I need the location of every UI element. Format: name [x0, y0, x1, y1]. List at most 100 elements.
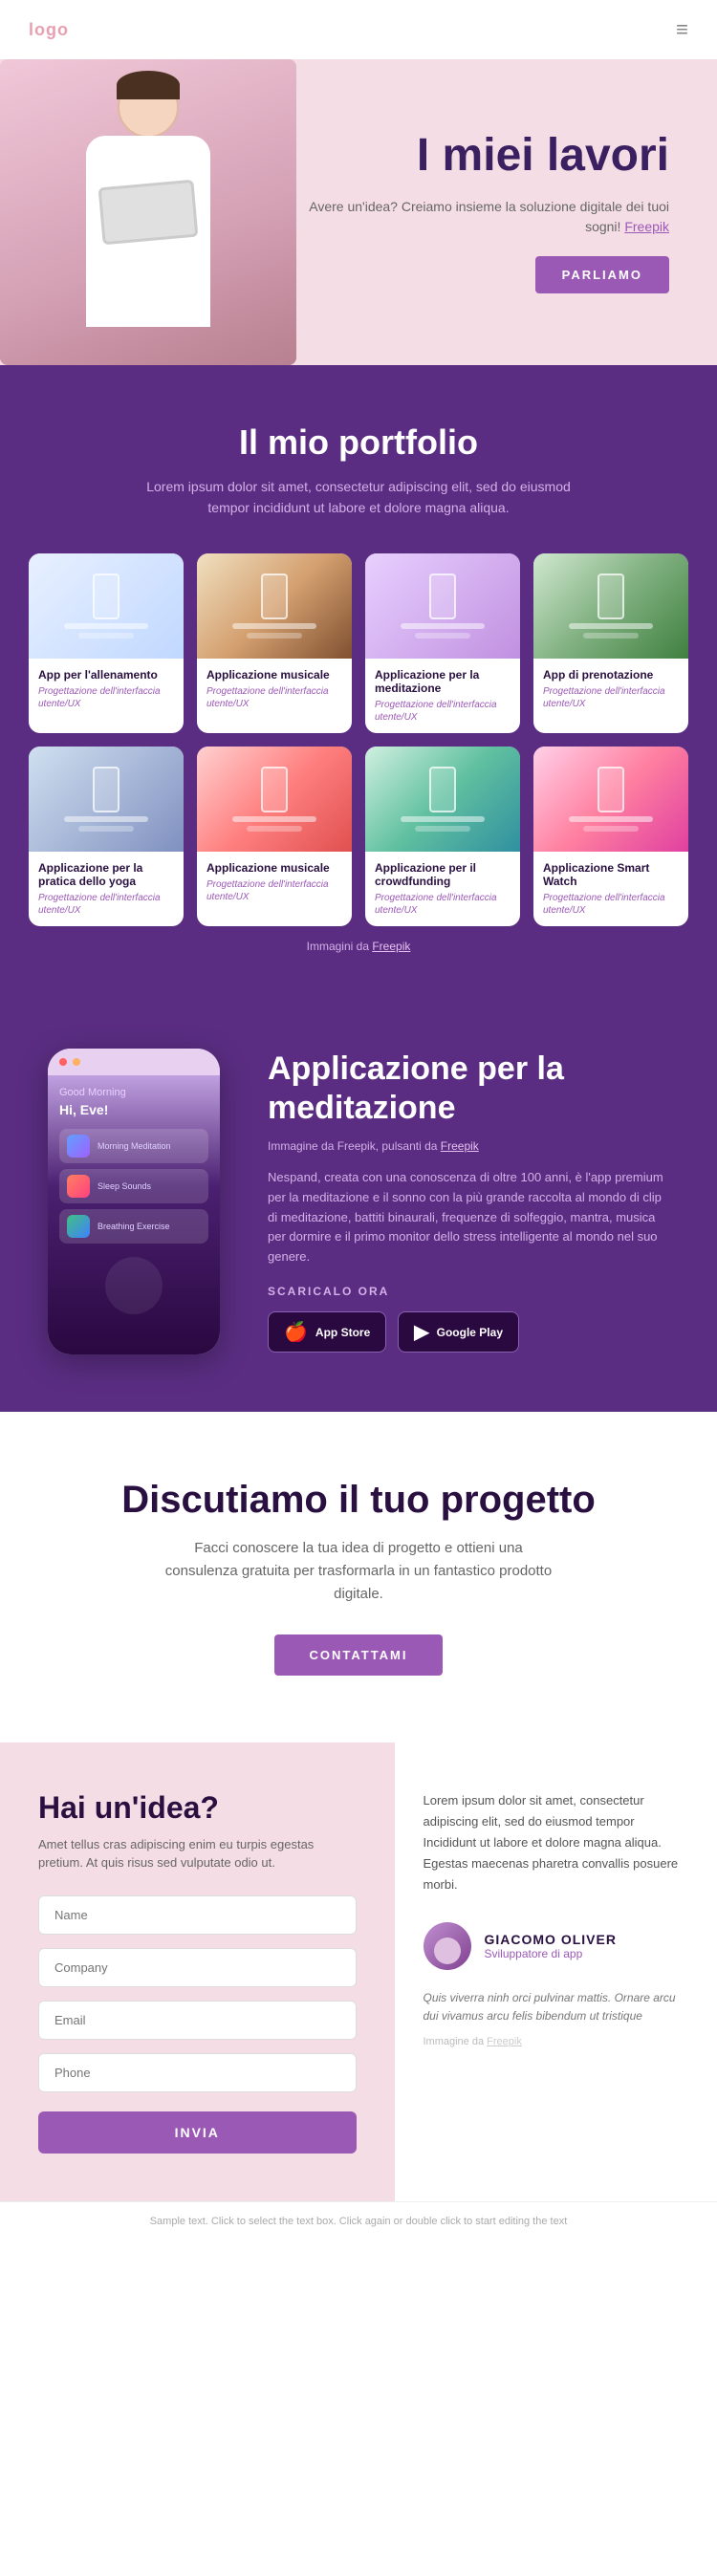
phone-card-2: Sleep Sounds — [59, 1169, 208, 1203]
hero-section: I miei lavori Avere un'idea? Creiamo ins… — [0, 59, 717, 365]
app-feature-credit: Immagine da Freepik, pulsanti da Freepik — [268, 1139, 669, 1153]
portfolio-card-2[interactable]: Applicazione per la meditazione Progetta… — [365, 553, 520, 733]
card-inner-1: Applicazione musicale Progettazione dell… — [197, 659, 352, 720]
logo[interactable]: logo — [29, 20, 69, 40]
apple-icon: 🍎 — [284, 1320, 308, 1344]
card-subtitle-1: Progettazione dell'interfaccia utente/UX — [206, 685, 342, 710]
card-mock-screen-6 — [365, 747, 520, 852]
portfolio-card-4[interactable]: Applicazione per la pratica dello yoga P… — [29, 747, 184, 926]
hamburger-icon[interactable]: ≡ — [676, 17, 688, 42]
discuss-subtitle: Facci conoscere la tua idea di progetto … — [158, 1537, 559, 1606]
phone-card-icon-1 — [67, 1135, 90, 1158]
hero-text-block: I miei lavori Avere un'idea? Creiamo ins… — [306, 131, 669, 293]
card-title-6: Applicazione per il crowdfunding — [375, 861, 511, 888]
testimonial-credit: Immagine da Freepik — [424, 2036, 689, 2047]
hero-image — [0, 59, 296, 365]
card-inner-2: Applicazione per la meditazione Progetta… — [365, 659, 520, 733]
navbar: logo ≡ — [0, 0, 717, 59]
card-bar-2-0 — [78, 633, 134, 639]
contact-subtitle: Amet tellus cras adipiscing enim eu turp… — [38, 1835, 357, 1872]
card-inner-7: Applicazione Smart Watch Progettazione d… — [533, 852, 688, 926]
app-credit-link[interactable]: Freepik — [441, 1139, 479, 1153]
company-input[interactable] — [38, 1948, 357, 1987]
card-bar-1-1 — [232, 623, 316, 629]
contact-right: Lorem ipsum dolor sit amet, consectetur … — [395, 1743, 717, 2201]
author-info: GIACOMO OLIVER Sviluppatore di app — [485, 1932, 617, 1960]
app-store-button[interactable]: 🍎 App Store — [268, 1311, 386, 1353]
card-title-0: App per l'allenamento — [38, 668, 174, 682]
card-inner-6: Applicazione per il crowdfunding Progett… — [365, 852, 520, 926]
portfolio-card-5[interactable]: Applicazione musicale Progettazione dell… — [197, 747, 352, 926]
contact-section: Hai un'idea? Amet tellus cras adipiscing… — [0, 1743, 717, 2201]
portfolio-card-0[interactable]: App per l'allenamento Progettazione dell… — [29, 553, 184, 733]
contact-left: Hai un'idea? Amet tellus cras adipiscing… — [0, 1743, 395, 2201]
card-mock-screen-2 — [365, 553, 520, 659]
card-bar-2-7 — [583, 826, 639, 832]
parliamo-button[interactable]: PARLIAMO — [535, 256, 669, 293]
card-subtitle-6: Progettazione dell'interfaccia utente/UX — [375, 892, 511, 917]
name-input[interactable] — [38, 1895, 357, 1935]
portfolio-title: Il mio portfolio — [29, 422, 688, 463]
portfolio-card-6[interactable]: Applicazione per il crowdfunding Progett… — [365, 747, 520, 926]
portfolio-card-3[interactable]: App di prenotazione Progettazione dell'i… — [533, 553, 688, 733]
portfolio-card-1[interactable]: Applicazione musicale Progettazione dell… — [197, 553, 352, 733]
card-inner-5: Applicazione musicale Progettazione dell… — [197, 852, 352, 913]
contattami-button[interactable]: CONTATTAMI — [274, 1634, 442, 1676]
portfolio-grid: App per l'allenamento Progettazione dell… — [29, 553, 688, 926]
google-play-label: Google Play — [437, 1326, 503, 1339]
card-phone-icon-0 — [93, 574, 120, 619]
submit-button[interactable]: INVIA — [38, 2111, 357, 2154]
card-mock-screen-3 — [533, 553, 688, 659]
phone-dot-red — [59, 1058, 67, 1066]
card-subtitle-7: Progettazione dell'interfaccia utente/UX — [543, 892, 679, 917]
card-img-6 — [365, 747, 520, 852]
card-bar-1-7 — [569, 816, 653, 822]
card-phone-icon-7 — [598, 767, 624, 812]
card-title-3: App di prenotazione — [543, 668, 679, 682]
card-img-5 — [197, 747, 352, 852]
discuss-section: Discutiamo il tuo progetto Facci conosce… — [0, 1412, 717, 1743]
store-buttons: 🍎 App Store ▶ Google Play — [268, 1311, 669, 1353]
phone-cards: Morning Meditation Sleep Sounds Breathin… — [59, 1129, 208, 1244]
testimonial-credit-link[interactable]: Freepik — [487, 2036, 522, 2047]
card-inner-3: App di prenotazione Progettazione dell'i… — [533, 659, 688, 720]
email-input[interactable] — [38, 2001, 357, 2040]
author-role: Sviluppatore di app — [485, 1947, 617, 1960]
card-mock-screen-5 — [197, 747, 352, 852]
card-bar-1-3 — [569, 623, 653, 629]
card-bar-1-5 — [232, 816, 316, 822]
card-img-4 — [29, 747, 184, 852]
google-play-button[interactable]: ▶ Google Play — [398, 1311, 519, 1353]
app-store-label: App Store — [315, 1326, 370, 1339]
name-field-group — [38, 1895, 357, 1935]
phone-greeting: Good Morning — [59, 1087, 208, 1098]
card-subtitle-0: Progettazione dell'interfaccia utente/UX — [38, 685, 174, 710]
card-img-3 — [533, 553, 688, 659]
card-phone-icon-6 — [429, 767, 456, 812]
app-feature-section: Good Morning Hi, Eve! Morning Meditation… — [0, 991, 717, 1412]
card-bar-1-6 — [401, 816, 485, 822]
hero-credit-link[interactable]: Freepik — [624, 219, 669, 234]
card-img-7 — [533, 747, 688, 852]
card-img-0 — [29, 553, 184, 659]
card-subtitle-3: Progettazione dell'interfaccia utente/UX — [543, 685, 679, 710]
card-mock-screen-7 — [533, 747, 688, 852]
portfolio-card-7[interactable]: Applicazione Smart Watch Progettazione d… — [533, 747, 688, 926]
phone-screen: Good Morning Hi, Eve! Morning Meditation… — [48, 1075, 220, 1354]
phone-input[interactable] — [38, 2053, 357, 2092]
card-phone-icon-4 — [93, 767, 120, 812]
contact-title: Hai un'idea? — [38, 1790, 357, 1826]
card-bar-2-1 — [247, 633, 302, 639]
card-img-1 — [197, 553, 352, 659]
card-subtitle-2: Progettazione dell'interfaccia utente/UX — [375, 699, 511, 724]
card-title-1: Applicazione musicale — [206, 668, 342, 682]
portfolio-credit: Immagini da Freepik — [29, 940, 688, 953]
card-bar-1-0 — [64, 623, 148, 629]
card-mock-screen-4 — [29, 747, 184, 852]
card-bar-2-3 — [583, 633, 639, 639]
portfolio-credit-link[interactable]: Freepik — [372, 940, 410, 953]
author-name: GIACOMO OLIVER — [485, 1932, 617, 1947]
scaricalo-label: SCARICALO ORA — [268, 1285, 669, 1298]
app-feature-desc: Nespand, creata con una conoscenza di ol… — [268, 1168, 669, 1267]
card-phone-icon-1 — [261, 574, 288, 619]
